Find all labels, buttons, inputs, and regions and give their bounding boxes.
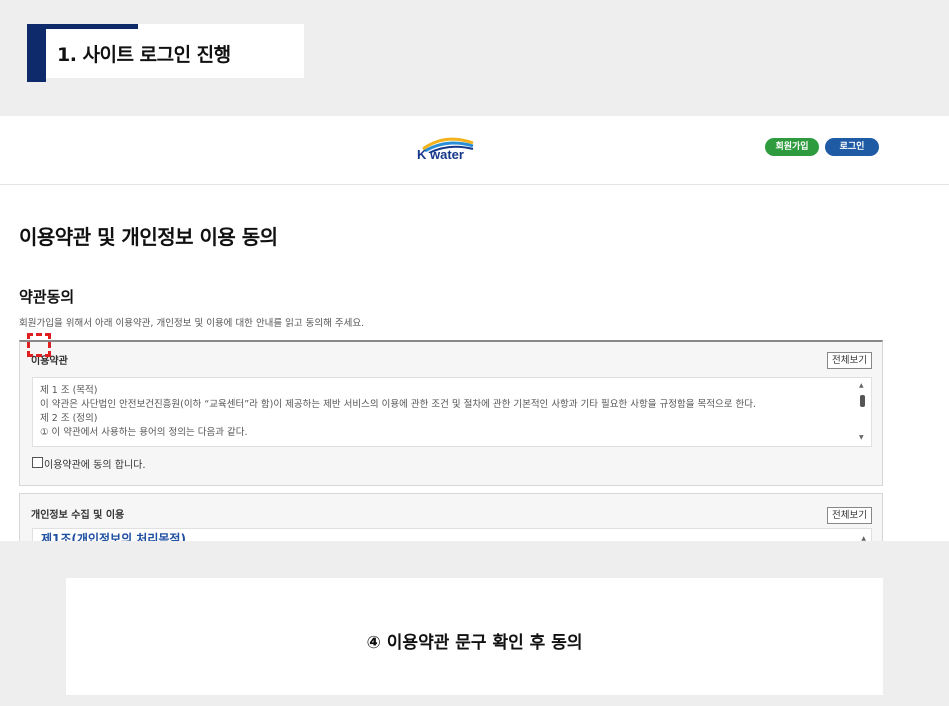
terms-view-all-button[interactable]: 전체보기	[827, 352, 872, 369]
privacy-text-area[interactable]: 제1조(개인정보의 처리목적) ▲	[32, 528, 872, 541]
website-screenshot: K water 회원가입 로그인 이용약관 및 개인정보 이용 동의 약관동의 …	[0, 116, 949, 541]
terms-line: 제 1 조 (목적)	[40, 385, 98, 396]
terms-agree-label[interactable]: 이용약관에 동의 합니다.	[44, 456, 146, 471]
login-button[interactable]: 로그인	[825, 138, 879, 156]
terms-scrollbar[interactable]: ▲ ▼	[855, 378, 871, 446]
step-title: 1. 사이트 로그인 진행	[57, 44, 231, 66]
section-title: 약관동의	[19, 288, 75, 306]
privacy-view-all-button[interactable]: 전체보기	[827, 507, 872, 524]
privacy-title: 개인정보 수집 및 이용	[31, 510, 125, 521]
instruction-caption-box: ④ 이용약관 문구 확인 후 동의	[66, 578, 883, 695]
scroll-thumb[interactable]	[860, 395, 865, 407]
section-description: 회원가입을 위해서 아래 이용약관, 개인정보 및 이용에 대한 안내를 읽고 …	[19, 318, 365, 329]
scroll-up-icon[interactable]: ▲	[861, 535, 866, 541]
step-header: 1. 사이트 로그인 진행	[27, 24, 304, 82]
header-accent-bar	[27, 24, 46, 82]
privacy-panel: 개인정보 수집 및 이용 전체보기 제1조(개인정보의 처리목적) ▲	[19, 493, 883, 541]
header-accent-top	[27, 24, 138, 29]
join-button[interactable]: 회원가입	[765, 138, 819, 156]
site-top-nav: K water 회원가입 로그인	[0, 116, 949, 185]
terms-text-area[interactable]: 제 1 조 (목적) 이 약관은 사단법인 안전보건진흥원(이하 “교육센터”라…	[32, 377, 872, 447]
checkbox-highlight-marker	[27, 333, 51, 357]
privacy-first-heading: 제1조(개인정보의 처리목적)	[41, 532, 186, 541]
terms-panel: 이용약관 전체보기 제 1 조 (목적) 이 약관은 사단법인 안전보건진흥원(…	[19, 340, 883, 486]
terms-agree-checkbox[interactable]	[32, 457, 43, 468]
page-title: 이용약관 및 개인정보 이용 동의	[19, 225, 278, 249]
terms-line: 제 2 조 (정의)	[40, 413, 98, 424]
terms-line: ① 이 약관에서 사용하는 용어의 정의는 다음과 같다.	[40, 427, 248, 438]
scroll-down-icon[interactable]: ▼	[859, 434, 864, 441]
scroll-up-icon[interactable]: ▲	[859, 382, 864, 389]
logo-text: K water	[417, 147, 464, 162]
instruction-caption: ④ 이용약관 문구 확인 후 동의	[366, 633, 583, 653]
kwater-logo[interactable]: K water	[415, 133, 475, 167]
terms-line: 이 약관은 사단법인 안전보건진흥원(이하 “교육센터”라 함)이 제공하는 제…	[40, 399, 756, 410]
